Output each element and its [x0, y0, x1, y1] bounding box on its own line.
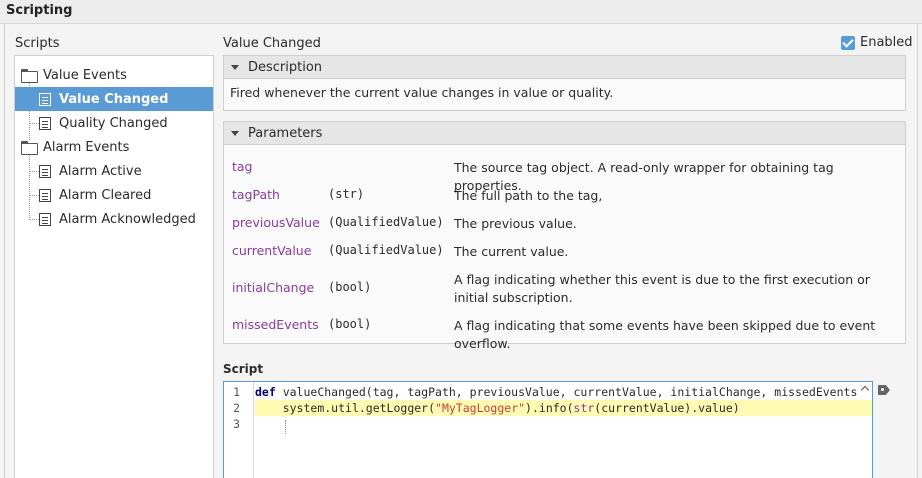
detail-title: Value Changed: [223, 36, 321, 51]
code-string: "MyTagLogger": [435, 401, 526, 415]
tree-item-quality-changed[interactable]: Quality Changed: [15, 111, 213, 135]
param-type: (bool): [328, 317, 372, 331]
tree-folder-value-events[interactable]: Value Events: [15, 63, 213, 87]
param-desc: The full path to the tag,: [454, 188, 603, 203]
script-label: Script: [223, 362, 264, 376]
enabled-toggle[interactable]: Enabled: [841, 35, 913, 50]
script-icon: [39, 188, 51, 202]
script-editor[interactable]: 1 2 3 def valueChanged(tag, tagPath, pre…: [223, 381, 873, 478]
tree-item-label: Value Changed: [59, 91, 169, 107]
script-icon: [39, 164, 51, 178]
line-number: 1: [233, 385, 240, 399]
description-header[interactable]: Description: [223, 55, 906, 79]
param-desc: A flag indicating whether this event is …: [454, 272, 870, 305]
param-name: currentValue: [232, 243, 312, 258]
enabled-label: Enabled: [860, 35, 913, 50]
param-type: (bool): [328, 280, 372, 294]
window-title: Scripting: [6, 3, 73, 18]
scripts-tree[interactable]: Value Events Value Changed Quality Chang…: [14, 55, 214, 478]
line-number: 3: [233, 417, 240, 431]
collapse-triangle-icon: [231, 64, 239, 70]
scripts-label: Scripts: [15, 36, 60, 51]
tree-item-alarm-active[interactable]: Alarm Active: [15, 159, 213, 183]
tree-folder-alarm-events[interactable]: Alarm Events: [15, 135, 213, 159]
param-type: (QualifiedValue): [328, 243, 444, 257]
title-bar: Scripting: [0, 0, 922, 24]
description-text: Fired whenever the current value changes…: [230, 85, 614, 100]
script-icon: [39, 116, 51, 130]
checkbox-icon[interactable]: [841, 35, 855, 50]
code-builtin: str: [573, 401, 595, 415]
param-name: missedEvents: [232, 317, 319, 332]
code-keyword: def: [255, 385, 276, 399]
param-name: previousValue: [232, 215, 320, 230]
line-number-gutter: 1 2 3: [224, 382, 254, 478]
tree-item-label: Alarm Acknowledged: [59, 211, 196, 227]
param-desc: The previous value.: [454, 216, 577, 231]
tree-item-label: Alarm Cleared: [59, 187, 152, 203]
param-name: initialChange: [232, 280, 315, 295]
tree-item-label: Alarm Events: [43, 139, 130, 155]
parameters-header-label: Parameters: [248, 125, 323, 141]
chevron-up-icon[interactable]: [860, 384, 870, 394]
tree-item-value-changed[interactable]: Value Changed: [15, 87, 213, 111]
tree-item-label: Quality Changed: [59, 115, 168, 131]
script-icon: [39, 92, 51, 106]
code-line: def valueChanged(tag, tagPath, previousV…: [255, 384, 857, 400]
param-type: (QualifiedValue): [328, 215, 444, 229]
code-text: system.util.getLogger(: [282, 401, 436, 415]
tree-item-label: Value Events: [43, 67, 127, 83]
folder-icon: [21, 141, 38, 155]
param-type: (str): [328, 187, 365, 201]
parameters-body: tag The source tag object. A read-only w…: [223, 145, 906, 351]
param-name: tagPath: [232, 187, 280, 202]
code-line-highlighted: system.util.getLogger("MyTagLogger").inf…: [255, 400, 872, 416]
param-desc: The current value.: [454, 244, 569, 259]
param-name: tag: [232, 159, 253, 174]
text-cursor: [285, 420, 286, 434]
description-header-label: Description: [248, 59, 323, 75]
tree-item-label: Alarm Active: [59, 163, 142, 179]
code-text: valueChanged(tag, tagPath, previousValue…: [275, 385, 858, 399]
param-desc: A flag indicating that some events have …: [454, 318, 876, 351]
line-number: 2: [233, 401, 240, 415]
script-icon: [39, 212, 51, 226]
code-text: (currentValue).value): [594, 401, 740, 415]
tree-item-alarm-cleared[interactable]: Alarm Cleared: [15, 183, 213, 207]
description-body: Fired whenever the current value changes…: [223, 79, 906, 111]
tree-item-alarm-acknowledged[interactable]: Alarm Acknowledged: [15, 207, 213, 231]
folder-icon: [21, 69, 38, 83]
code-text: ).info(: [525, 401, 574, 415]
collapse-triangle-icon: [231, 130, 239, 136]
parameters-header[interactable]: Parameters: [223, 121, 906, 145]
